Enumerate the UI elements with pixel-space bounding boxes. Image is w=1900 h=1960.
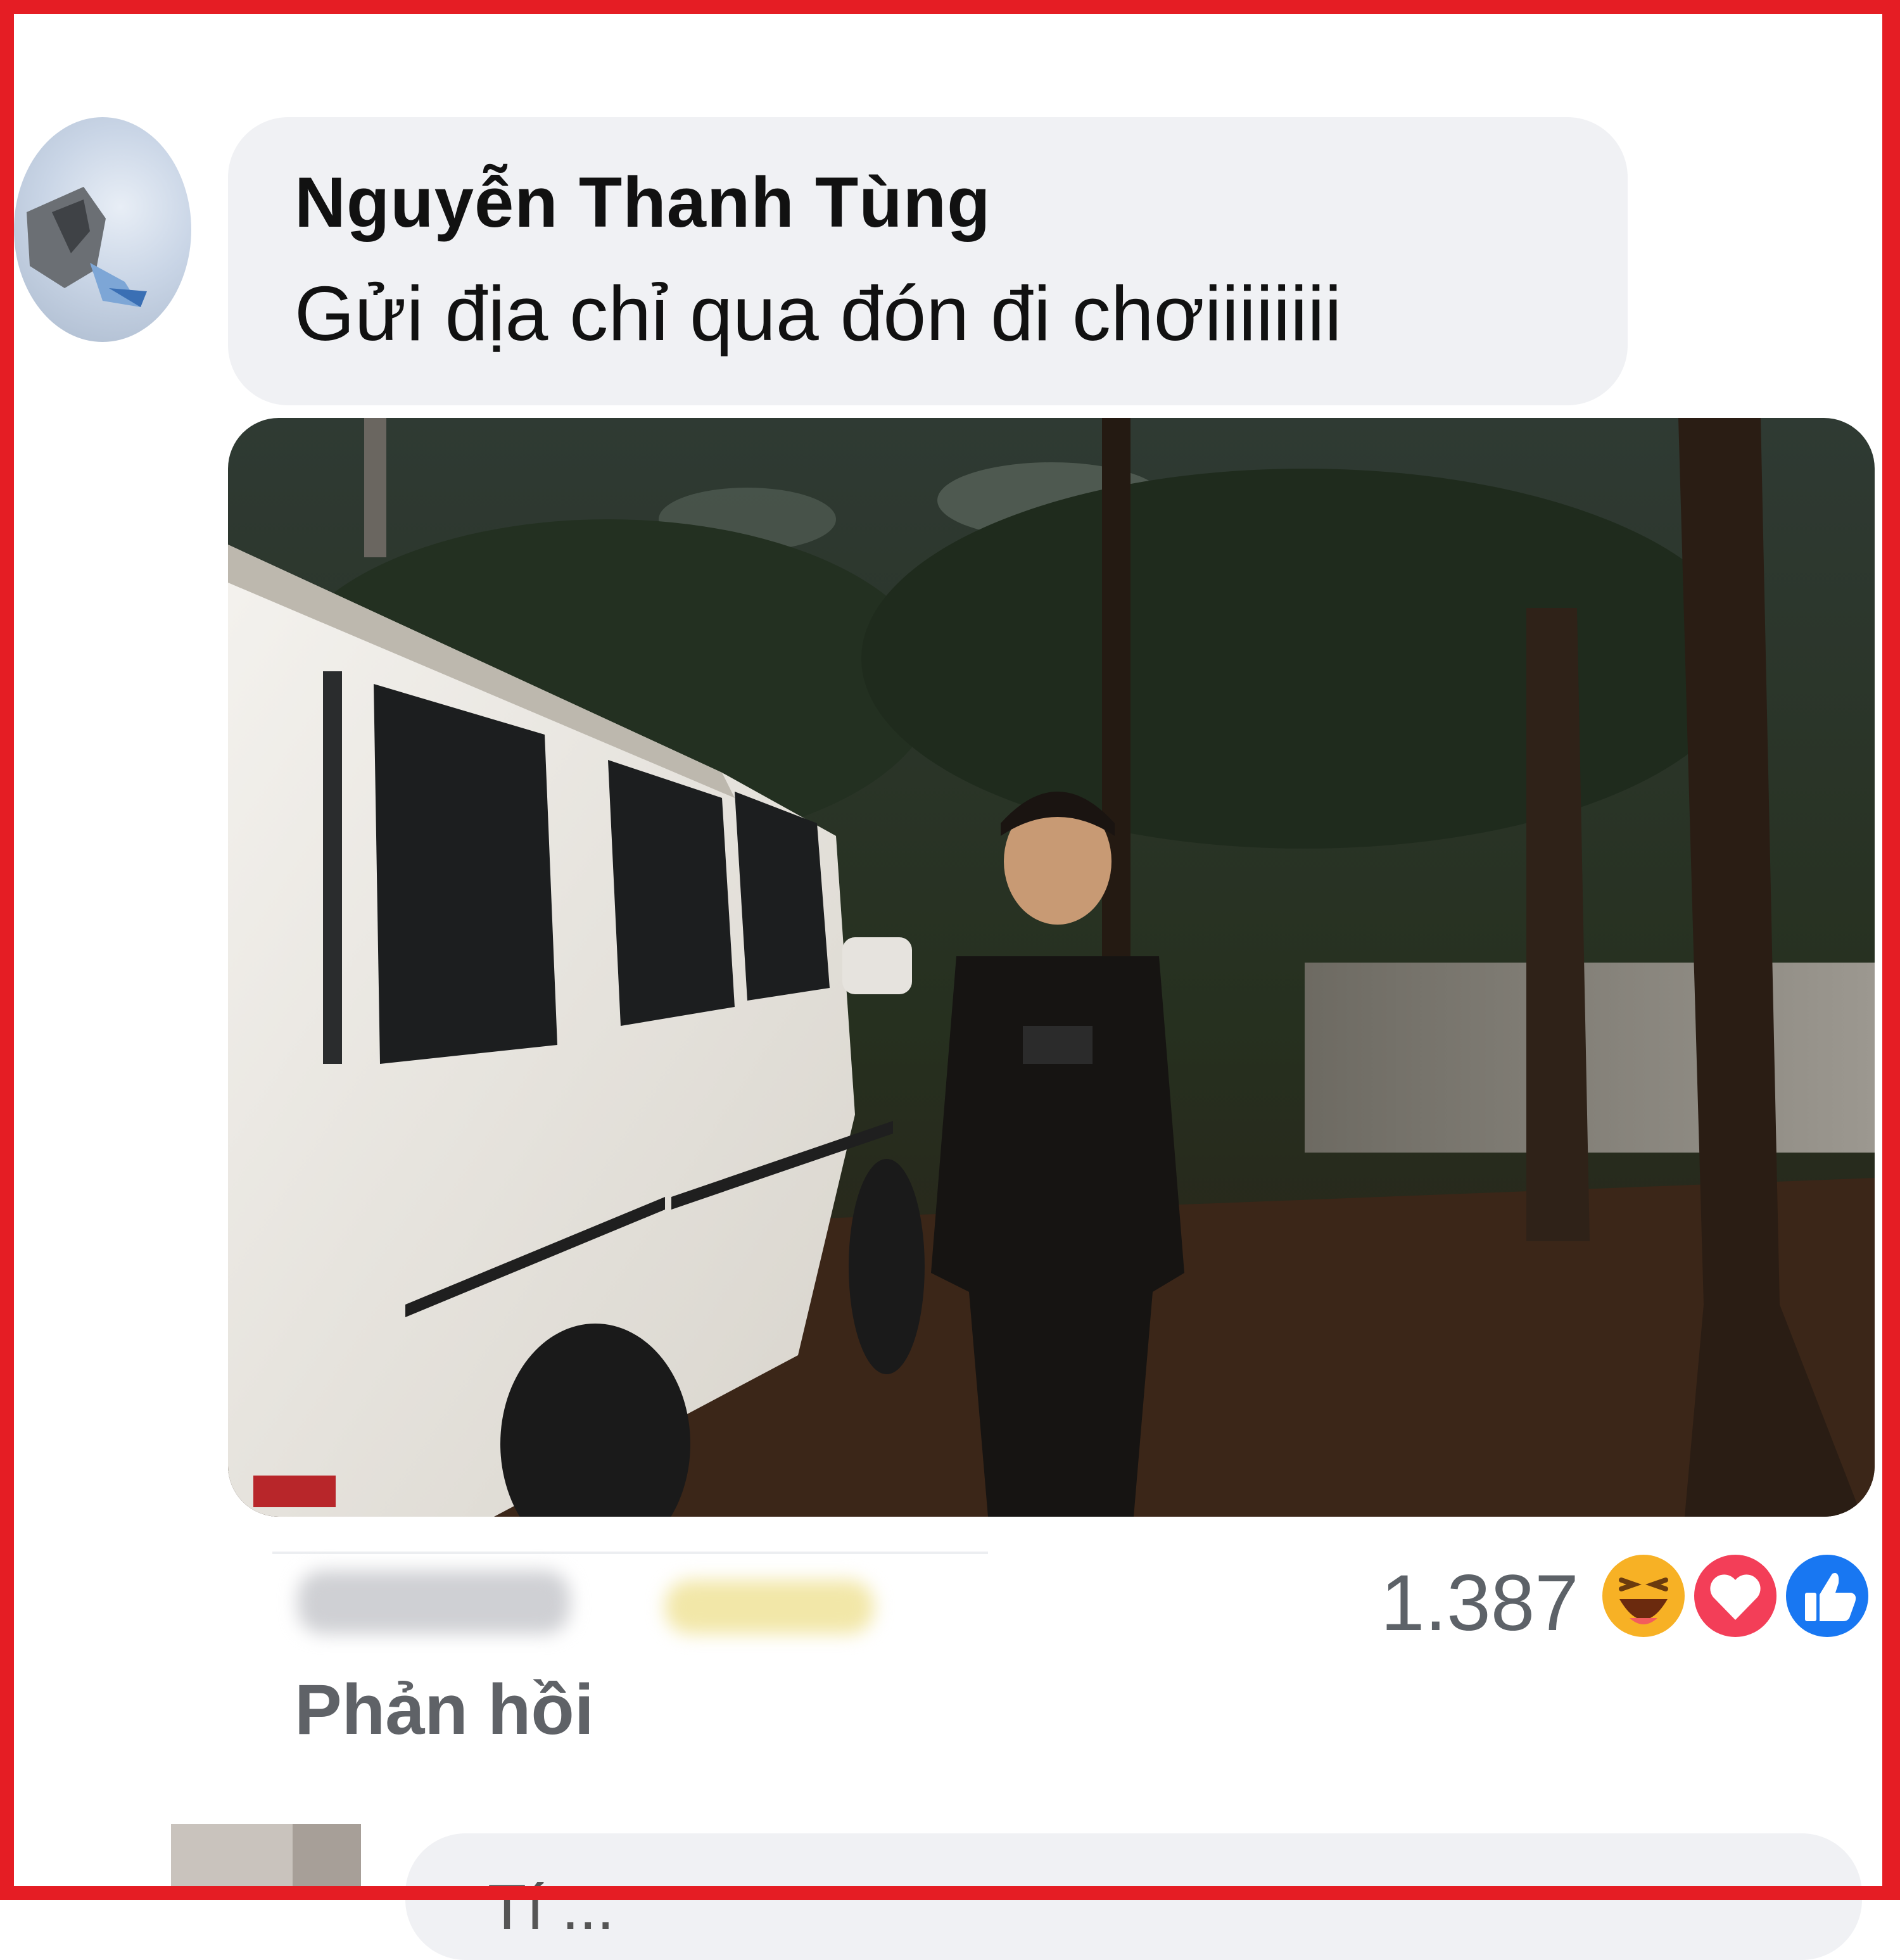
avatar-photo xyxy=(27,187,147,307)
comment-author-name[interactable]: Nguyễn Thanh Tùng xyxy=(294,161,991,243)
reply-link[interactable]: Phản hồi xyxy=(294,1669,594,1750)
comment-bubble xyxy=(228,117,1628,405)
comment-text: Gửi địa chỉ qua đón đi chơiiiiiiii xyxy=(294,270,1342,357)
reaction-icons[interactable] xyxy=(1599,1545,1878,1647)
divider xyxy=(272,1552,988,1554)
blurred-like-link[interactable] xyxy=(665,1580,874,1634)
haha-icon xyxy=(1599,1551,1688,1641)
avatar[interactable] xyxy=(14,117,191,342)
blurred-timestamp xyxy=(298,1571,570,1634)
love-icon xyxy=(1690,1551,1780,1641)
reaction-count[interactable]: 1.387 xyxy=(1381,1558,1579,1648)
avatar[interactable] xyxy=(171,1824,361,1900)
photo-scene xyxy=(228,418,1875,1517)
like-icon xyxy=(1782,1551,1872,1641)
comment-photo[interactable] xyxy=(228,418,1875,1517)
comment-text: Tí ... xyxy=(488,1872,614,1943)
comment-bubble xyxy=(405,1833,1862,1960)
